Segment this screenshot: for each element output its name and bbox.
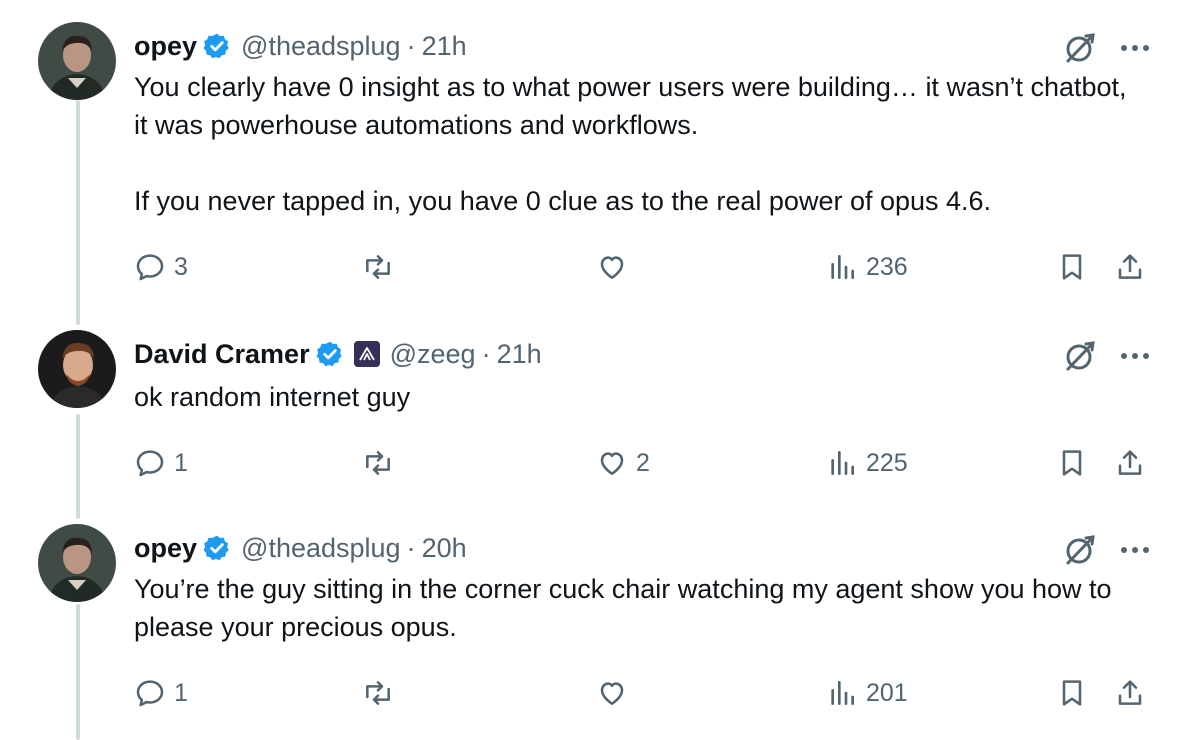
bookmark-button[interactable]: [1056, 247, 1088, 287]
retweet-icon: [366, 451, 390, 475]
avatar[interactable]: [38, 330, 116, 408]
separator-dot: ·: [406, 30, 416, 61]
tweet-text: You’re the guy sitting in the corner cuc…: [134, 574, 1120, 642]
views-button[interactable]: 236: [826, 247, 908, 287]
author-handle[interactable]: @zeeg: [390, 339, 476, 370]
grok-icon[interactable]: [1062, 532, 1098, 568]
author-handle[interactable]: @theadsplug: [241, 533, 401, 564]
like-button[interactable]: [596, 673, 636, 713]
reply-button[interactable]: 1: [134, 673, 188, 713]
avatar[interactable]: [38, 22, 116, 100]
tweet-actions: 1 201: [134, 673, 1154, 713]
heart-icon: [600, 256, 624, 279]
tweet-actions: 3 236: [134, 247, 1154, 287]
separator-dot: ·: [481, 338, 491, 369]
heart-icon: [600, 452, 624, 475]
views-count: 201: [866, 678, 908, 707]
share-icon: [1118, 680, 1142, 705]
share-button[interactable]: [1114, 673, 1146, 713]
views-count: 225: [866, 448, 908, 477]
tweet-top-icons: [1062, 30, 1150, 66]
affiliation-badge-icon[interactable]: [353, 341, 380, 367]
author-name[interactable]: opey: [134, 31, 197, 62]
timestamp[interactable]: 20h: [422, 533, 467, 564]
reply-icon: [136, 450, 164, 477]
tweet-3[interactable]: opey @theadsplug · 20h You’re the guy si…: [0, 524, 1200, 740]
tweet-top-icons: [1062, 338, 1150, 374]
retweet-button[interactable]: [362, 443, 402, 483]
reply-button[interactable]: 1: [134, 443, 188, 483]
share-icon: [1118, 254, 1142, 279]
bookmark-button[interactable]: [1056, 443, 1088, 483]
timestamp[interactable]: 21h: [497, 339, 542, 370]
avatar[interactable]: [38, 524, 116, 602]
tweet-top-icons: [1062, 532, 1150, 568]
tweet-text: ok random internet guy: [134, 382, 411, 412]
grok-icon[interactable]: [1062, 30, 1098, 66]
views-button[interactable]: 201: [826, 673, 908, 713]
tweet-2[interactable]: David Cramer @zeeg · 21h ok random inter…: [0, 330, 1200, 520]
views-icon: [831, 254, 854, 279]
bookmark-icon: [1062, 254, 1082, 280]
bookmark-button[interactable]: [1056, 673, 1088, 713]
views-button[interactable]: 225: [826, 443, 908, 483]
tweet-header: opey @theadsplug · 21h: [134, 26, 467, 66]
tweet-text: You clearly have 0 insight as to what po…: [134, 72, 1127, 216]
grok-icon[interactable]: [1062, 338, 1098, 374]
like-count: 2: [636, 448, 650, 477]
reply-icon: [136, 680, 164, 707]
tweet-header: David Cramer @zeeg · 21h: [134, 334, 542, 374]
bookmark-icon: [1062, 450, 1082, 476]
verified-badge-icon: [316, 341, 342, 367]
author-name[interactable]: David Cramer: [134, 339, 310, 370]
retweet-icon: [366, 255, 390, 279]
views-count: 236: [866, 252, 908, 281]
reply-icon: [136, 254, 164, 281]
separator-dot: ·: [406, 532, 416, 563]
more-options-icon[interactable]: [1120, 545, 1150, 555]
timestamp[interactable]: 21h: [422, 31, 467, 62]
like-button[interactable]: 2: [596, 443, 650, 483]
verified-badge-icon: [203, 33, 229, 59]
share-button[interactable]: [1114, 247, 1146, 287]
like-button[interactable]: [596, 247, 636, 287]
retweet-button[interactable]: [362, 673, 402, 713]
reply-count: 1: [174, 678, 188, 707]
verified-badge-icon: [203, 535, 229, 561]
retweet-button[interactable]: [362, 247, 402, 287]
bookmark-icon: [1062, 680, 1082, 706]
reply-button[interactable]: 3: [134, 247, 188, 287]
author-handle[interactable]: @theadsplug: [241, 31, 401, 62]
reply-count: 1: [174, 448, 188, 477]
share-button[interactable]: [1114, 443, 1146, 483]
tweet-1[interactable]: opey @theadsplug · 21h You clearly have …: [0, 22, 1200, 312]
views-icon: [831, 681, 854, 705]
tweet-actions: 1 2 225: [134, 443, 1154, 483]
views-icon: [831, 451, 854, 475]
more-options-icon[interactable]: [1120, 43, 1150, 53]
heart-icon: [600, 682, 624, 705]
tweet-header: opey @theadsplug · 20h: [134, 528, 467, 568]
reply-count: 3: [174, 252, 188, 281]
share-icon: [1118, 450, 1142, 475]
retweet-icon: [366, 681, 390, 705]
more-options-icon[interactable]: [1120, 351, 1150, 361]
author-name[interactable]: opey: [134, 533, 197, 564]
